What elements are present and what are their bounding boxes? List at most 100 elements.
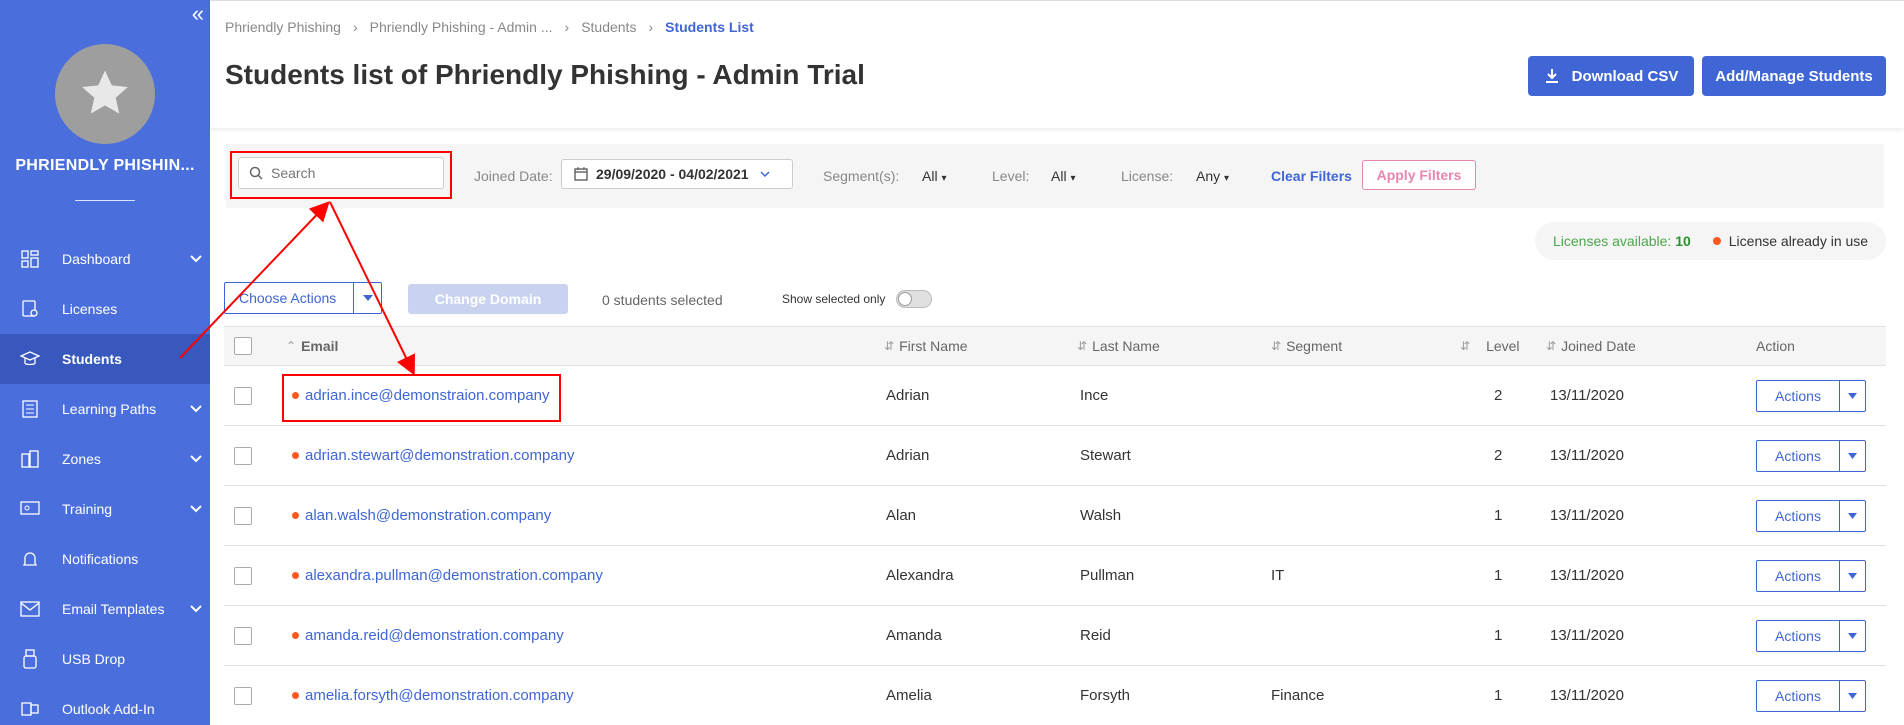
joined-date-header-label: Joined Date [1561, 338, 1636, 354]
email-cell: alexandra.pullman@demonstration.company [292, 546, 603, 605]
choose-actions-dropdown[interactable]: Choose Actions [224, 282, 382, 314]
sidebar-item-label: Training [62, 501, 113, 517]
first-name-cell: Alan [886, 507, 917, 524]
breadcrumb-item[interactable]: Phriendly Phishing - Admin ... [370, 19, 553, 35]
level-cell: 1 [1494, 507, 1503, 524]
choose-actions-label: Choose Actions [239, 290, 337, 306]
breadcrumb-item[interactable]: Students [581, 19, 636, 35]
level-cell: 2 [1494, 447, 1503, 464]
last-name-cell: Walsh [1080, 507, 1122, 524]
joined-date-cell: 13/11/2020 [1550, 447, 1624, 464]
clear-filters-link[interactable]: Clear Filters [1271, 168, 1352, 184]
first-name-header-label: First Name [899, 338, 968, 354]
search-input[interactable] [271, 165, 431, 181]
segment-cell: IT [1271, 567, 1285, 584]
learning-path-icon [20, 399, 40, 419]
row-actions-button-group: Actions [1756, 440, 1866, 472]
caret-down-icon[interactable] [1840, 380, 1866, 412]
email-link[interactable]: alan.walsh@demonstration.company [305, 507, 551, 524]
sidebar-item-usb-drop[interactable]: USB Drop [0, 634, 210, 684]
selected-count: 0 students selected [602, 292, 723, 308]
caret-down-icon[interactable] [1840, 440, 1866, 472]
dashboard-icon [20, 249, 40, 269]
email-link[interactable]: alexandra.pullman@demonstration.company [305, 567, 603, 584]
usb-icon [20, 649, 40, 669]
license-in-use-label: License already in use [1728, 233, 1869, 249]
show-selected-label: Show selected only [782, 292, 886, 306]
download-csv-button[interactable]: Download CSV [1528, 56, 1694, 96]
level-header[interactable]: ⇵ Level [1460, 327, 1520, 365]
sidebar-item-learning-paths[interactable]: Learning Paths [0, 384, 210, 434]
email-link[interactable]: adrian.stewart@demonstration.company [305, 447, 575, 464]
email-link[interactable]: amanda.reid@demonstration.company [305, 627, 564, 644]
segment-label: Segment(s): [823, 168, 900, 184]
sidebar-item-dashboard[interactable]: Dashboard [0, 234, 210, 284]
row-actions-button[interactable]: Actions [1756, 680, 1840, 712]
email-link[interactable]: amelia.forsyth@demonstration.company [305, 687, 574, 704]
sort-icon: ⇵ [1546, 339, 1557, 353]
row-actions-button[interactable]: Actions [1756, 560, 1840, 592]
sidebar-item-label: Licenses [62, 301, 118, 317]
sidebar-item-students[interactable]: Students [0, 334, 210, 384]
download-icon [1545, 69, 1558, 83]
email-header[interactable]: ⌃ Email [286, 327, 338, 365]
row-actions-button[interactable]: Actions [1756, 500, 1840, 532]
sidebar-item-email-templates[interactable]: Email Templates [0, 584, 210, 634]
last-name-header[interactable]: ⇵ Last Name [1077, 327, 1160, 365]
joined-date-picker[interactable]: 29/09/2020 - 04/02/2021 [561, 159, 793, 189]
row-actions-button-group: Actions [1756, 560, 1866, 592]
sidebar-item-training[interactable]: Training [0, 484, 210, 534]
select-all-cell [234, 327, 252, 365]
level-dropdown[interactable]: All ▾ [1051, 168, 1075, 184]
first-name-cell: Adrian [886, 447, 930, 464]
breadcrumb-item[interactable]: Phriendly Phishing [225, 19, 341, 35]
sidebar-item-licenses[interactable]: Licenses [0, 284, 210, 334]
license-dropdown[interactable]: Any ▾ [1196, 168, 1229, 184]
caret-down-icon[interactable] [1840, 620, 1866, 652]
email-link[interactable]: adrian.ince@demonstraion.company [305, 387, 550, 404]
caret-down-icon[interactable] [1840, 680, 1866, 712]
caret-down-icon[interactable] [1840, 560, 1866, 592]
double-chevron-left-icon[interactable]: « [192, 2, 204, 26]
row-checkbox[interactable] [234, 566, 252, 585]
row-checkbox[interactable] [234, 446, 252, 465]
caret-down-icon[interactable] [1840, 500, 1866, 532]
select-all-checkbox[interactable] [234, 337, 252, 355]
joined-date-cell: 13/11/2020 [1550, 627, 1624, 644]
last-name-cell: Stewart [1080, 447, 1131, 464]
sort-icon: ⇵ [884, 339, 895, 353]
sidebar-item-outlook-add-in[interactable]: Outlook Add-In [0, 684, 210, 725]
show-selected-toggle[interactable] [896, 290, 932, 308]
table-row: amanda.reid@demonstration.company Amanda… [224, 606, 1886, 666]
chevron-right-icon: › [648, 19, 654, 35]
row-actions-button[interactable]: Actions [1756, 380, 1840, 412]
segment-header[interactable]: ⇵ Segment [1271, 327, 1342, 365]
chevron-down-icon [190, 505, 202, 513]
row-actions-button[interactable]: Actions [1756, 440, 1840, 472]
joined-date-cell: 13/11/2020 [1550, 567, 1624, 584]
last-name-cell: Forsyth [1080, 687, 1131, 704]
sidebar-item-zones[interactable]: Zones [0, 434, 210, 484]
email-header-label: Email [301, 338, 339, 354]
sidebar-item-label: Zones [62, 451, 101, 467]
avatar[interactable] [55, 44, 155, 144]
row-checkbox[interactable] [234, 506, 252, 525]
last-name-cell: Pullman [1080, 567, 1135, 584]
row-checkbox[interactable] [234, 686, 252, 705]
row-actions-button[interactable]: Actions [1756, 620, 1840, 652]
segment-header-label: Segment [1286, 338, 1343, 354]
row-checkbox[interactable] [234, 386, 252, 405]
caret-down-icon[interactable] [353, 283, 381, 313]
download-csv-label: Download CSV [1571, 67, 1679, 85]
search-box[interactable] [238, 157, 444, 189]
licenses-available: Licenses available: 10 [1553, 233, 1691, 249]
joined-date-header[interactable]: ⇵ Joined Date [1546, 327, 1636, 365]
apply-filters-button[interactable]: Apply Filters [1362, 160, 1476, 190]
first-name-header[interactable]: ⇵ First Name [884, 327, 968, 365]
sidebar-item-notifications[interactable]: Notifications [0, 534, 210, 584]
training-icon [20, 499, 40, 519]
segment-dropdown[interactable]: All ▾ [922, 168, 946, 184]
change-domain-button[interactable]: Change Domain [408, 284, 568, 314]
row-checkbox[interactable] [234, 626, 252, 645]
add-manage-students-button[interactable]: Add/Manage Students [1702, 56, 1886, 96]
